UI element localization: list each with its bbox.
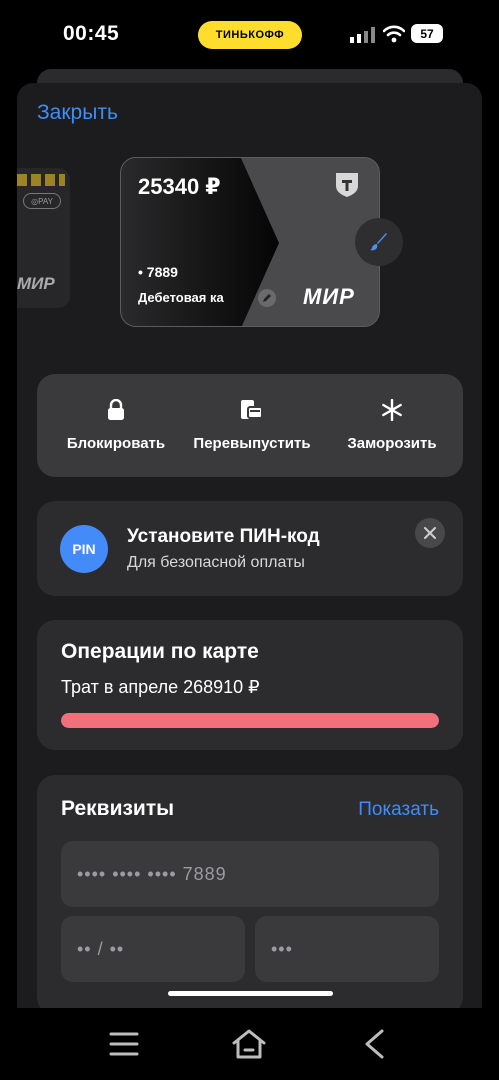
status-time: 00:45	[63, 22, 120, 45]
spending-progress-fill	[61, 713, 439, 728]
side-card-logo	[17, 174, 65, 186]
operations-spent: Трат в апреле 268910 ₽	[61, 677, 260, 697]
reissue-card-button[interactable]: Перевыпустить	[184, 374, 320, 477]
tinkoff-shield-icon	[336, 173, 358, 197]
dismiss-pin-button[interactable]	[415, 518, 445, 548]
close-button[interactable]: Закрыть	[37, 101, 118, 125]
menu-icon	[109, 1032, 139, 1056]
freeze-card-label: Заморозить	[347, 435, 437, 452]
card-actions: Блокировать Перевыпустить Заморозить	[37, 374, 463, 477]
card-number-field[interactable]: •••• •••• •••• 7889	[61, 841, 439, 907]
side-card[interactable]: ◎ PAY МИР	[17, 168, 70, 308]
signal-icon	[350, 27, 375, 43]
side-card-pay-badge: ◎ PAY	[23, 193, 61, 209]
home-indicator[interactable]	[168, 991, 333, 996]
spending-progress-bar	[61, 713, 439, 728]
bank-card[interactable]: 25340 ₽ • 7889 Дебетовая ка МИР	[120, 157, 380, 327]
block-card-button[interactable]: Блокировать	[54, 374, 178, 477]
snowflake-icon	[382, 399, 402, 421]
block-card-label: Блокировать	[66, 435, 166, 452]
home-button[interactable]	[229, 1024, 269, 1064]
home-icon	[232, 1029, 266, 1059]
expiry-field[interactable]: •• / ••	[61, 916, 245, 982]
bank-pill[interactable]: ТИНЬКОФФ	[198, 21, 302, 49]
card-requisites: Реквизиты Показать •••• •••• •••• 7889 •…	[37, 775, 463, 1008]
card-type: Дебетовая ка	[138, 290, 224, 305]
card-operations[interactable]: Операции по карте Трат в апреле 268910 ₽	[37, 620, 463, 750]
show-requisites-button[interactable]: Показать	[358, 799, 439, 821]
wifi-icon	[383, 25, 405, 43]
pin-badge: PIN	[60, 525, 108, 573]
reissue-card-icon	[241, 400, 263, 419]
pin-subtitle: Для безопасной оплаты	[127, 554, 305, 571]
card-sheet: Закрыть ◎ PAY МИР 25340 ₽ • 7889 Дебетов…	[17, 83, 482, 1008]
edit-card-name-icon[interactable]	[258, 289, 276, 307]
requisites-title: Реквизиты	[61, 797, 175, 820]
card-network-logo: МИР	[303, 284, 355, 309]
lock-icon	[108, 399, 124, 420]
close-icon	[424, 527, 436, 539]
back-icon	[365, 1029, 384, 1059]
paintbrush-icon	[370, 233, 387, 251]
menu-button[interactable]	[104, 1024, 144, 1064]
system-navbar	[0, 1008, 499, 1080]
side-card-network: МИР	[17, 274, 55, 293]
card-balance: 25340 ₽	[138, 174, 221, 199]
operations-title: Операции по карте	[61, 640, 259, 663]
cvc-field[interactable]: •••	[255, 916, 439, 982]
back-button[interactable]	[354, 1024, 394, 1064]
card-design-button[interactable]	[355, 218, 403, 266]
reissue-card-label: Перевыпустить	[193, 435, 311, 452]
pin-title: Установите ПИН-код	[127, 526, 320, 547]
card-last-digits: • 7889	[138, 264, 178, 280]
status-bar: 00:45 ТИНЬКОФФ 57	[0, 0, 499, 70]
set-pin-banner[interactable]: PIN Установите ПИН-код Для безопасной оп…	[37, 501, 463, 596]
battery-icon: 57	[411, 24, 443, 43]
freeze-card-button[interactable]: Заморозить	[334, 374, 450, 477]
